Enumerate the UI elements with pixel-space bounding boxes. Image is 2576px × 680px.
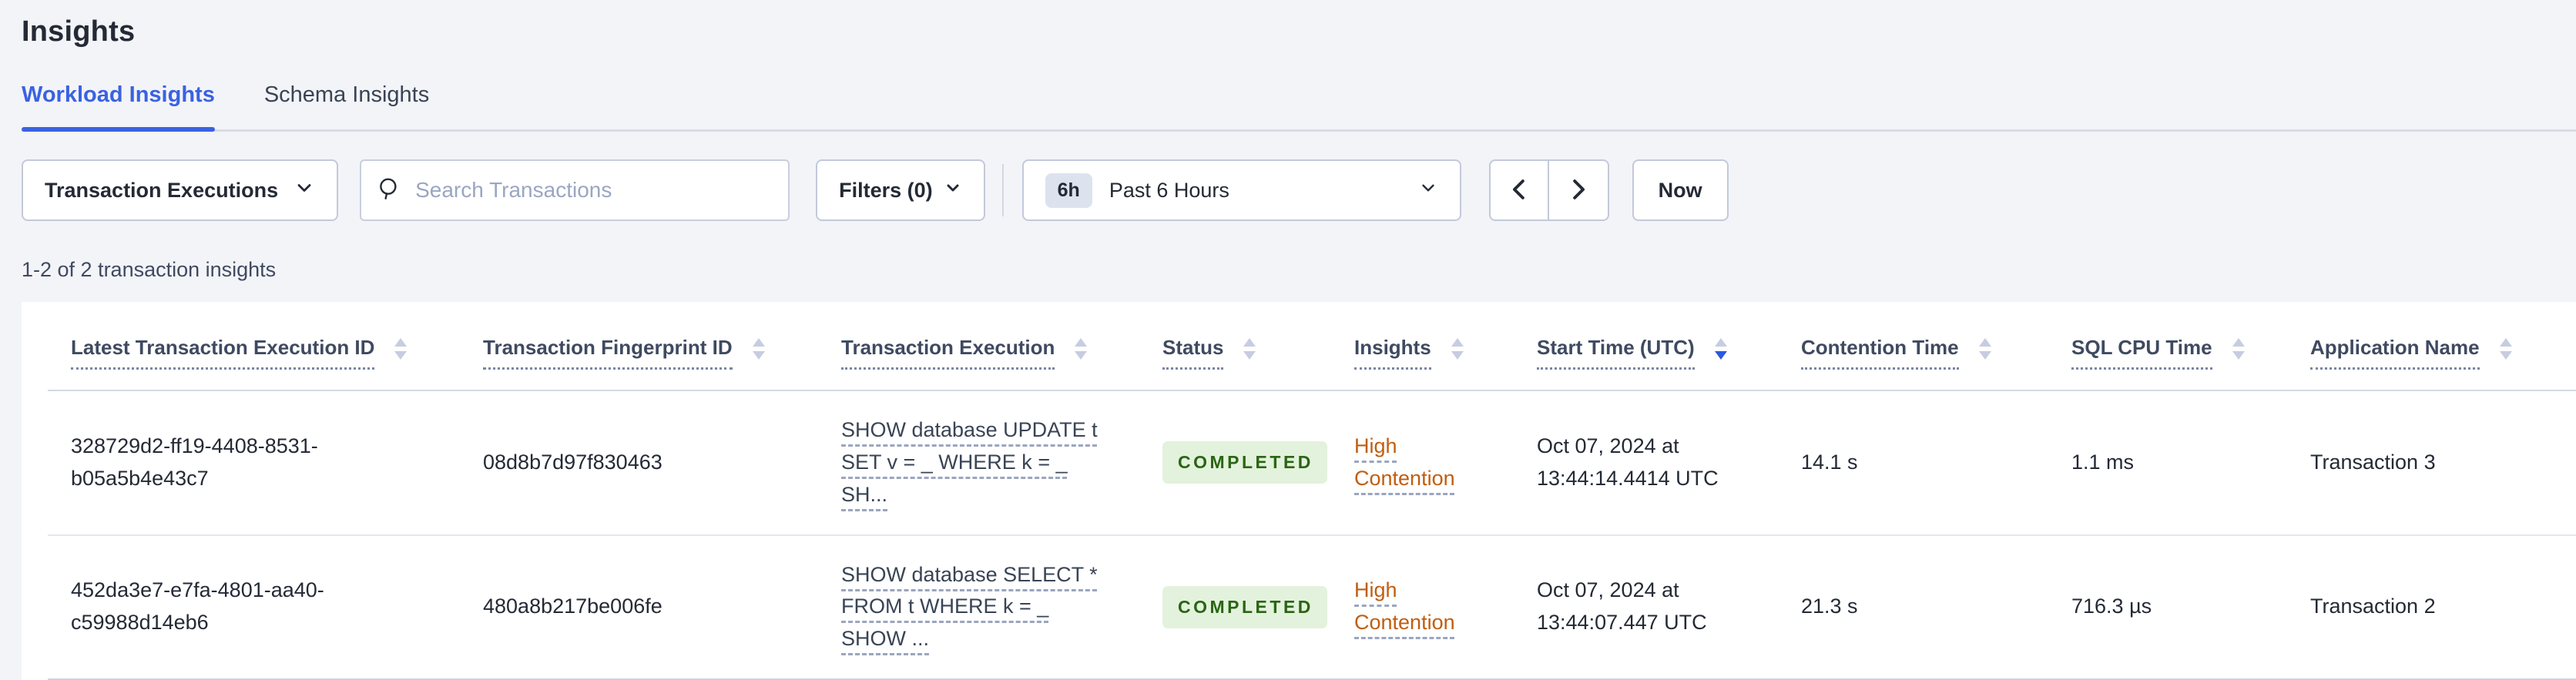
toolbar: Transaction Executions Filters (0) 6h Pa… bbox=[22, 159, 2576, 221]
time-range-badge: 6h bbox=[1045, 173, 1092, 208]
column-header-application-name[interactable]: Application Name bbox=[2310, 302, 2576, 391]
status-badge: COMPLETED bbox=[1162, 441, 1327, 484]
tab-bar: Workload Insights Schema Insights bbox=[22, 82, 2576, 132]
cell-start-time: Oct 07, 2024 at 13:44:14.4414 UTC bbox=[1537, 390, 1801, 536]
page-title: Insights bbox=[22, 15, 136, 48]
sort-icon[interactable] bbox=[1075, 338, 1088, 360]
cell-application-name: Transaction 3 bbox=[2310, 390, 2576, 536]
insight-type-label: Transaction Executions bbox=[45, 178, 279, 202]
filters-button[interactable]: Filters (0) bbox=[816, 159, 985, 221]
sort-icon[interactable] bbox=[2499, 338, 2512, 360]
table-header-row: Latest Transaction Execution ID Transact… bbox=[48, 302, 2576, 391]
status-badge: COMPLETED bbox=[1162, 585, 1327, 628]
column-header-contention-time[interactable]: Contention Time bbox=[1801, 302, 2071, 391]
cell-latest-execution-id: 328729d2-ff19-4408-8531-b05a5b4e43c7 bbox=[48, 390, 483, 536]
cell-fingerprint-id: 480a8b217be006fe bbox=[483, 534, 841, 680]
cell-latest-execution-id: 452da3e7-e7fa-4801-aa40-c59988d14eb6 bbox=[48, 534, 483, 680]
high-contention-link[interactable]: High Contention bbox=[1354, 430, 1470, 495]
time-prev-button[interactable] bbox=[1488, 159, 1549, 221]
sort-icon[interactable] bbox=[1243, 338, 1256, 360]
time-range-picker[interactable]: 6h Past 6 Hours bbox=[1021, 159, 1461, 221]
toolbar-divider bbox=[1001, 164, 1004, 216]
cell-insights: High Contention bbox=[1354, 534, 1537, 680]
transaction-execution-link[interactable]: SHOW database SELECT * FROM t WHERE k = … bbox=[841, 559, 1119, 656]
cell-contention-time: 14.1 s bbox=[1801, 390, 2071, 536]
high-contention-link[interactable]: High Contention bbox=[1354, 574, 1470, 639]
time-range-label: Past 6 Hours bbox=[1109, 178, 1229, 202]
cell-insights: High Contention bbox=[1354, 390, 1537, 536]
chevron-left-icon bbox=[1508, 176, 1531, 205]
column-header-start-time[interactable]: Start Time (UTC) bbox=[1537, 302, 1801, 391]
cell-fingerprint-id: 08d8b7d97f830463 bbox=[483, 390, 841, 536]
results-count: 1-2 of 2 transaction insights bbox=[22, 258, 277, 281]
table-row: 452da3e7-e7fa-4801-aa40-c59988d14eb6 480… bbox=[48, 534, 2576, 680]
column-header-fingerprint-id[interactable]: Transaction Fingerprint ID bbox=[483, 302, 841, 391]
sort-icon[interactable] bbox=[1978, 338, 1991, 360]
filters-label: Filters (0) bbox=[839, 178, 933, 202]
insights-table: Latest Transaction Execution ID Transact… bbox=[48, 302, 2576, 680]
sort-icon[interactable] bbox=[1451, 338, 1464, 360]
sort-icon[interactable] bbox=[394, 338, 408, 360]
table-row: 328729d2-ff19-4408-8531-b05a5b4e43c7 08d… bbox=[48, 390, 2576, 536]
insights-table-card: Latest Transaction Execution ID Transact… bbox=[22, 302, 2576, 680]
time-next-button[interactable] bbox=[1548, 159, 1609, 221]
cell-contention-time: 21.3 s bbox=[1801, 534, 2071, 680]
cell-status: COMPLETED bbox=[1162, 390, 1354, 536]
column-header-insights[interactable]: Insights bbox=[1354, 302, 1537, 391]
column-header-sql-cpu-time[interactable]: SQL CPU Time bbox=[2071, 302, 2310, 391]
tab-workload-insights[interactable]: Workload Insights bbox=[22, 82, 215, 132]
search-box[interactable] bbox=[360, 159, 790, 221]
chevron-down-icon bbox=[293, 177, 315, 204]
sort-icon[interactable] bbox=[2232, 338, 2245, 360]
search-icon bbox=[377, 176, 403, 206]
time-nav bbox=[1488, 159, 1609, 221]
cell-start-time: Oct 07, 2024 at 13:44:07.447 UTC bbox=[1537, 534, 1801, 680]
cell-transaction-execution: SHOW database UPDATE t SET v = _ WHERE k… bbox=[841, 390, 1162, 536]
tab-schema-insights[interactable]: Schema Insights bbox=[264, 82, 429, 129]
cell-sql-cpu-time: 1.1 ms bbox=[2071, 390, 2310, 536]
chevron-down-icon bbox=[944, 179, 962, 203]
cell-transaction-execution: SHOW database SELECT * FROM t WHERE k = … bbox=[841, 534, 1162, 680]
chevron-down-icon bbox=[1418, 178, 1438, 203]
transaction-execution-link[interactable]: SHOW database UPDATE t SET v = _ WHERE k… bbox=[841, 414, 1119, 511]
column-header-status[interactable]: Status bbox=[1162, 302, 1354, 391]
insight-type-select[interactable]: Transaction Executions bbox=[22, 159, 339, 221]
column-header-transaction-execution[interactable]: Transaction Execution bbox=[841, 302, 1162, 391]
cell-status: COMPLETED bbox=[1162, 534, 1354, 680]
cell-sql-cpu-time: 716.3 µs bbox=[2071, 534, 2310, 680]
sort-icon[interactable] bbox=[752, 338, 765, 360]
sort-icon-active-desc[interactable] bbox=[1714, 338, 1727, 360]
chevron-right-icon bbox=[1567, 176, 1590, 205]
insights-page: Insights Workload Insights Schema Insigh… bbox=[0, 0, 2576, 680]
now-button[interactable]: Now bbox=[1632, 159, 1729, 221]
column-header-latest-execution-id[interactable]: Latest Transaction Execution ID bbox=[48, 302, 483, 391]
search-input[interactable] bbox=[415, 178, 773, 203]
cell-application-name: Transaction 2 bbox=[2310, 534, 2576, 680]
